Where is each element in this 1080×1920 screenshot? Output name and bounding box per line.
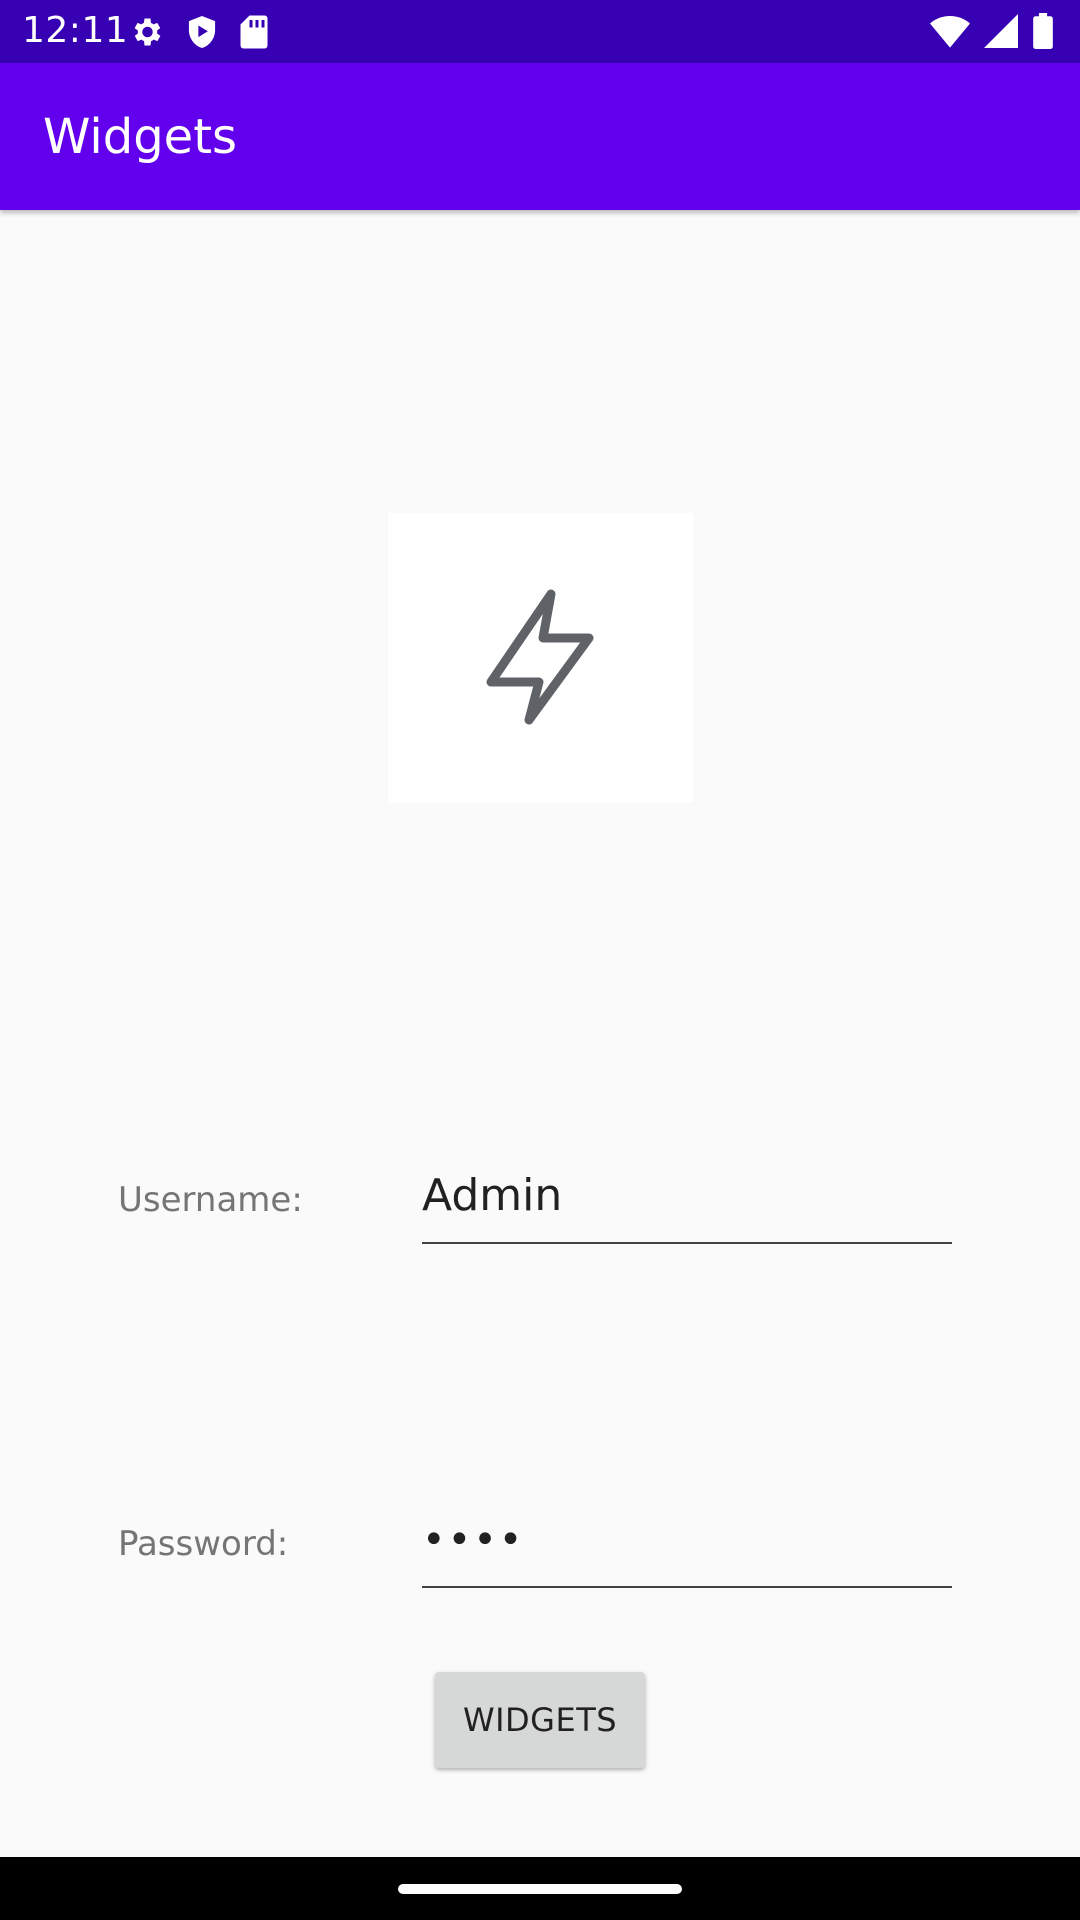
status-right-icons — [930, 13, 1054, 53]
status-bar: 12:11 — [0, 0, 1080, 63]
image-view — [388, 513, 693, 802]
password-field[interactable] — [422, 1494, 952, 1588]
gear-icon — [128, 14, 164, 54]
cellular-signal-icon — [984, 14, 1018, 52]
home-handle[interactable] — [398, 1884, 682, 1894]
sd-card-icon — [240, 14, 268, 54]
shield-play-icon — [186, 14, 218, 54]
widgets-button[interactable]: WIDGETS — [435, 1672, 645, 1768]
username-label: Username: — [118, 1180, 303, 1220]
status-left-icons — [128, 14, 268, 54]
username-field[interactable] — [422, 1150, 952, 1244]
app-bar: Widgets — [0, 63, 1080, 210]
navigation-bar — [0, 1857, 1080, 1920]
main-content — [0, 210, 1080, 1857]
password-label: Password: — [118, 1524, 289, 1564]
app-title: Widgets — [43, 109, 238, 165]
wifi-icon — [930, 14, 970, 52]
battery-icon — [1032, 13, 1054, 53]
status-time: 12:11 — [22, 10, 129, 51]
lightning-bolt-icon — [481, 586, 601, 730]
